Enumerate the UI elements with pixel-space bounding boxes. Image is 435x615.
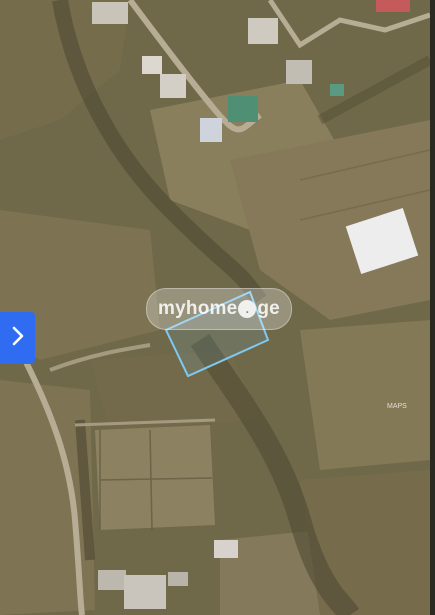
map-corner-label: MAPS — [387, 403, 407, 410]
watermark-suffix: ge — [257, 298, 280, 319]
next-image-button[interactable] — [0, 312, 35, 364]
chevron-right-icon — [10, 325, 26, 352]
edge-strip — [430, 0, 435, 615]
myhome-watermark: myhome. ge — [146, 288, 292, 330]
map-viewer[interactable]: myhome. ge MAPS — [0, 0, 435, 615]
watermark-dot: . — [238, 300, 257, 318]
watermark-prefix: myhome — [158, 298, 238, 319]
